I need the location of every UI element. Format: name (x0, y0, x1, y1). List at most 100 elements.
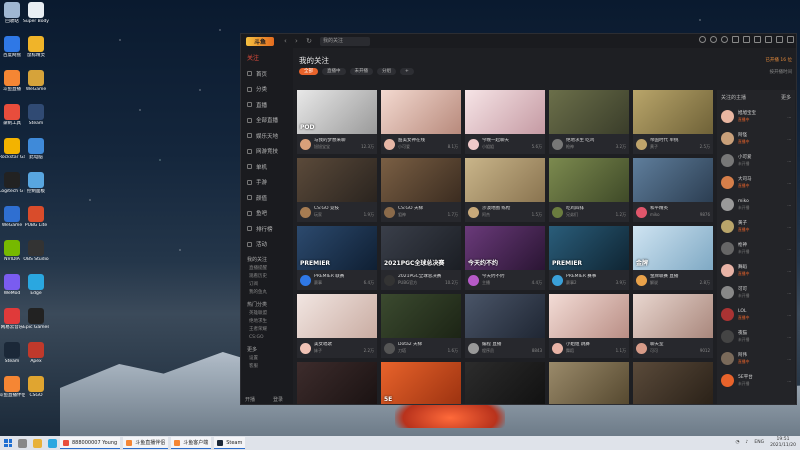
refresh-icon[interactable]: ↻ (306, 37, 312, 45)
stream-thumbnail[interactable] (549, 90, 629, 134)
language-indicator[interactable]: ENG (754, 440, 764, 445)
desktop-icon[interactable]: NVIDIA (0, 240, 24, 274)
stream-card[interactable]: 小姐姐 跳舞 舞蹈 1.1万 (549, 294, 629, 358)
streamer-name[interactable]: 小姐姐 (482, 144, 494, 150)
back-icon[interactable]: ‹ (284, 37, 287, 45)
avatar[interactable] (721, 285, 734, 299)
avatar[interactable] (468, 206, 479, 218)
sidebar-item[interactable]: 手游 (241, 175, 293, 191)
desktop-icon[interactable]: Steam (0, 342, 24, 376)
avatar[interactable] (636, 206, 647, 218)
taskbar-app[interactable]: 斗鱼客户端 (171, 437, 212, 449)
avatar[interactable] (721, 351, 734, 365)
stream-thumbnail[interactable]: 2021PGC全球总决赛 (381, 226, 461, 270)
sidebar-subitem[interactable]: 观看历史 (241, 273, 293, 281)
stream-card[interactable]: 编程 直播 程序员 8843 (465, 294, 545, 358)
desktop-icon[interactable]: Logitech G HUB (0, 172, 25, 206)
following-more-button[interactable]: ... (787, 180, 791, 185)
streamer-name[interactable]: 阿杰 (482, 212, 490, 218)
streamer-name[interactable]: 刀塔 (398, 348, 406, 354)
avatar[interactable] (552, 274, 563, 286)
sidebar-item[interactable]: 直播 (241, 97, 293, 113)
filter-tab[interactable]: 分组 (377, 68, 396, 75)
stream-card[interactable]: 今晚一起聊天 小姐姐 5.6万 (465, 90, 545, 154)
desktop-icon[interactable]: Edge (24, 274, 48, 308)
following-item[interactable]: 可可 未开播... (717, 281, 795, 303)
stream-card[interactable]: 甜美女神在线 小可爱 8.1万 (381, 90, 461, 154)
streamer-name[interactable]: 玩家 (314, 212, 322, 218)
history-icon[interactable] (699, 36, 706, 43)
streamer-name[interactable]: 主播 (482, 280, 490, 286)
desktop-icon[interactable]: WeGame (0, 206, 24, 240)
streamer-name[interactable]: 枪神 (566, 144, 574, 150)
stream-thumbnail[interactable] (381, 294, 461, 338)
sidebar-subitem[interactable]: 我的鱼丸 (241, 289, 293, 297)
stream-card[interactable]: 休闲 聊天阿伟2109 (633, 362, 713, 404)
stream-card[interactable]: 吃鸡 沙漠枪王3210 (549, 362, 629, 404)
desktop-icon[interactable]: 百度网盘 (0, 36, 24, 70)
stream-card[interactable]: CS:GO 竞技 玩家 1.9万 (297, 158, 377, 222)
sidebar-item[interactable]: 鱼吧 (241, 206, 293, 222)
stream-card[interactable]: 今天约不约 今天约不约 主播 4.4万 (465, 226, 545, 290)
stream-card[interactable]: 帝国时代 单挑 黄子 2.5万 (633, 90, 713, 154)
sidebar-title[interactable]: 关注 (241, 48, 293, 66)
streamer-name[interactable]: 赛事 (314, 280, 322, 286)
stream-thumbnail[interactable] (465, 294, 545, 338)
stream-card[interactable]: Dota2 天梯 刀塔 1.6万 (381, 294, 461, 358)
avatar[interactable] (384, 206, 395, 218)
stream-card[interactable]: 美女唱歌 妹子 2.2万 (297, 294, 377, 358)
avatar[interactable] (300, 342, 311, 354)
following-item[interactable]: 阿怪 直播中... (717, 127, 795, 149)
following-more-link[interactable]: 更多 (781, 94, 791, 101)
streamer-name[interactable]: PUBG官方 (398, 280, 417, 286)
sidebar-item[interactable]: 娱乐天地 (241, 128, 293, 144)
desktop-icon[interactable]: PUBG Lite (24, 206, 48, 240)
following-more-button[interactable]: ... (787, 136, 791, 141)
following-more-button[interactable]: ... (787, 114, 791, 119)
desktop-icon[interactable]: CSGO (24, 376, 48, 410)
file-explorer-icon[interactable] (33, 438, 42, 448)
desktop-icon[interactable]: WeGame (24, 70, 48, 104)
sidebar-subitem[interactable]: 英雄联盟 (241, 310, 293, 318)
go-live-button[interactable]: 开播 (245, 396, 255, 403)
desktop-icon[interactable]: 鼠标精灵 (24, 36, 48, 70)
sidebar-item[interactable]: 颜值 (241, 190, 293, 206)
stream-thumbnail[interactable] (465, 362, 545, 404)
stream-thumbnail[interactable]: 今天约不约 (465, 226, 545, 270)
menu-icon[interactable] (754, 36, 761, 43)
desktop-icon[interactable]: 网易云音乐 (0, 308, 24, 342)
streamer-name[interactable]: 狙神 (398, 212, 406, 218)
stream-card[interactable]: 英雄联盟 排位LOL7654 (297, 362, 377, 404)
stream-thumbnail[interactable] (297, 362, 377, 404)
avatar[interactable] (636, 274, 647, 286)
taskbar-app[interactable]: 888000007 Young (60, 437, 121, 449)
stream-card[interactable]: 吃鸡四排 兄弟们 1.2万 (549, 158, 629, 222)
stream-thumbnail[interactable]: PREMIER (297, 226, 377, 270)
address-field[interactable]: 我的关注 (319, 36, 370, 46)
taskbar-app[interactable]: 斗鱼直播伴侣 (123, 437, 169, 449)
desktop-icon[interactable]: 控制面板 (24, 172, 48, 206)
streamer-name[interactable]: 妹子 (314, 348, 322, 354)
volume-icon[interactable]: ♪ (745, 440, 748, 445)
following-item[interactable]: 枪神 未开播... (717, 237, 795, 259)
desktop-icon[interactable]: Apex (24, 342, 48, 376)
avatar[interactable] (721, 373, 734, 387)
stream-thumbnail[interactable] (465, 90, 545, 134)
streamer-name[interactable]: miko (650, 212, 660, 218)
sidebar-item[interactable]: 网游竞技 (241, 144, 293, 160)
avatar[interactable] (384, 342, 395, 354)
avatar[interactable] (636, 138, 647, 150)
desktop-icon[interactable]: 斗鱼直播 (0, 70, 24, 104)
following-item[interactable]: 旭旭宝宝 直播中... (717, 105, 795, 127)
sidebar-subitem[interactable]: 设置 (241, 355, 293, 363)
avatar[interactable] (468, 138, 479, 150)
following-more-button[interactable]: ... (787, 158, 791, 163)
sidebar-subitem[interactable]: 订阅 (241, 281, 293, 289)
desktop-icon[interactable]: OBS Studio (23, 240, 49, 274)
avatar[interactable] (721, 219, 734, 233)
avatar[interactable] (721, 241, 734, 255)
stream-thumbnail[interactable]: POD (297, 90, 377, 134)
forward-icon[interactable]: › (295, 37, 298, 45)
stream-thumbnail[interactable] (381, 158, 461, 202)
stream-card[interactable]: PREMIER PREMIER 赛事 赛事2 3.9万 (549, 226, 629, 290)
